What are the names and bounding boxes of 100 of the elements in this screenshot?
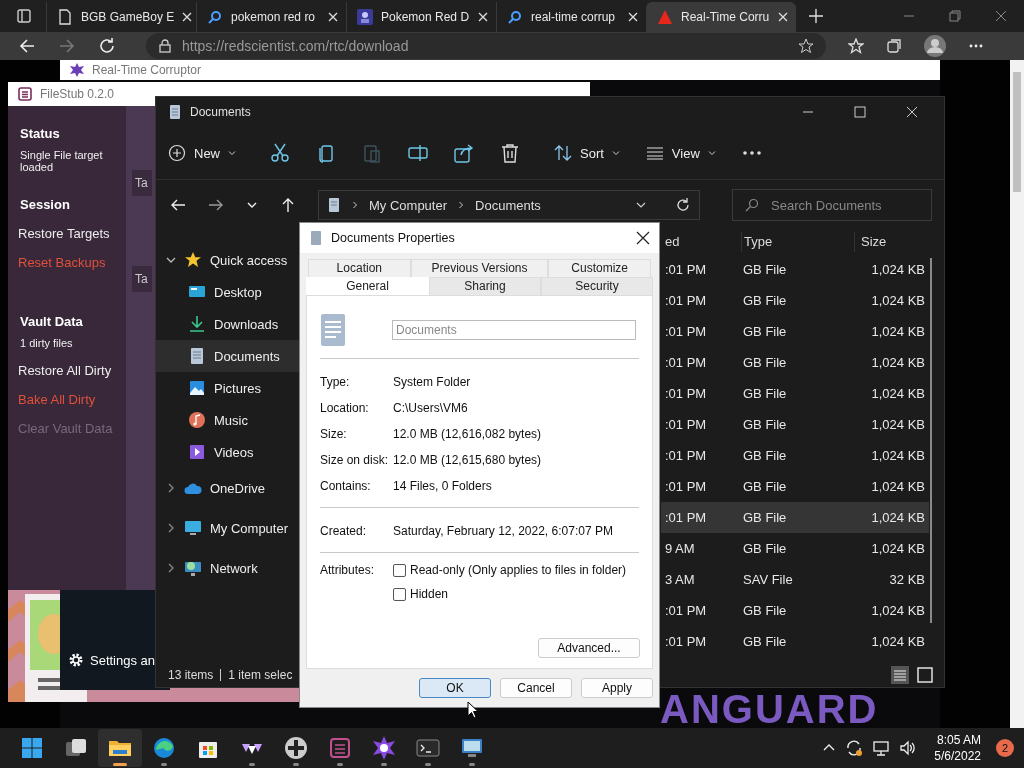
- collections-icon[interactable]: [886, 38, 902, 54]
- cut-icon[interactable]: [270, 143, 290, 163]
- chevron-right-icon[interactable]: [166, 563, 176, 573]
- table-cell-text: 1,024 KB: [870, 355, 925, 370]
- favorites-icon[interactable]: [848, 38, 864, 54]
- panel-tab[interactable]: Ta: [132, 170, 152, 196]
- file-row[interactable]: 9 AM GB File 1,024 KB: [661, 533, 929, 564]
- tree-item[interactable]: Documents: [156, 340, 301, 372]
- address-field[interactable]: https://redscientist.com/rtc/download: [146, 33, 826, 59]
- cursor-icon: [467, 701, 479, 719]
- sidebar-action[interactable]: Bake All Dirty: [18, 392, 96, 407]
- back-icon[interactable]: [18, 37, 36, 55]
- settings-link[interactable]: Settings an: [90, 653, 156, 668]
- volume-icon[interactable]: [899, 739, 918, 757]
- share-icon[interactable]: [454, 143, 474, 163]
- rename-icon[interactable]: [408, 143, 428, 163]
- file-row[interactable]: 3 AM SAV File 32 KB: [661, 564, 929, 595]
- dialog-tab[interactable]: Previous Versions: [410, 259, 549, 277]
- column-header[interactable]: Type: [742, 232, 855, 252]
- restore-icon[interactable]: [949, 10, 961, 22]
- plus-circle-icon: [168, 144, 186, 162]
- search-field[interactable]: Search Documents: [732, 189, 932, 221]
- advanced-button[interactable]: Advanced...: [538, 638, 640, 658]
- tree-item[interactable]: Videos: [156, 436, 301, 468]
- sidebar-action[interactable]: Reset Backups: [18, 255, 106, 270]
- tree-item[interactable]: Quick access: [156, 244, 301, 276]
- favorite-star-icon[interactable]: [798, 38, 814, 54]
- tab-actions-icon[interactable]: [16, 8, 32, 24]
- checkbox[interactable]: [393, 563, 406, 577]
- file-row[interactable]: :01 PM GB File 1,024 KB: [661, 285, 929, 316]
- tree-item[interactable]: Network: [156, 548, 301, 588]
- scrollbar[interactable]: [930, 258, 932, 623]
- tree-item[interactable]: Desktop: [156, 276, 301, 308]
- dialog-tab[interactable]: Security: [541, 277, 653, 295]
- checkbox-label[interactable]: Read-only (Only applies to files in folder): [410, 563, 627, 577]
- breadcrumb-item[interactable]: Documents: [475, 197, 541, 213]
- dialog-tab[interactable]: Customize: [548, 259, 651, 277]
- file-row[interactable]: :01 PM GB File 1,024 KB: [661, 502, 929, 533]
- toolbar-button[interactable]: New: [168, 144, 236, 162]
- close-icon[interactable]: [636, 231, 650, 245]
- tree-item[interactable]: OneDrive: [156, 468, 301, 508]
- table-cell-text: 1,024 KB: [870, 479, 925, 494]
- file-row[interactable]: :01 PM GB File 1,024 KB: [661, 440, 929, 471]
- file-row[interactable]: :01 PM GB File 1,024 KB: [661, 316, 929, 347]
- dialog-button[interactable]: Apply: [581, 678, 653, 698]
- window-title: Documents: [190, 105, 251, 119]
- tree-item[interactable]: My Computer: [156, 508, 301, 548]
- profile-avatar-icon[interactable]: [924, 35, 946, 57]
- scrollbar[interactable]: [1010, 60, 1024, 728]
- details-view-icon[interactable]: [891, 666, 909, 684]
- forward-icon[interactable]: [58, 37, 76, 55]
- clock[interactable]: 8:05 AM 5/6/2022: [934, 732, 981, 764]
- file-row[interactable]: :01 PM GB File 1,024 KB: [661, 409, 929, 440]
- tree-item[interactable]: Pictures: [156, 372, 301, 404]
- chevron-right-icon[interactable]: [166, 483, 176, 493]
- sidebar-action[interactable]: Restore All Dirty: [18, 363, 112, 378]
- dialog-button[interactable]: Cancel: [500, 678, 572, 698]
- copy-icon[interactable]: [316, 143, 336, 163]
- dialog-tab[interactable]: Location: [308, 259, 411, 277]
- dialog-button[interactable]: OK: [419, 678, 491, 698]
- tiles-view-icon[interactable]: [916, 666, 934, 684]
- file-row[interactable]: :01 PM GB File 1,024 KB: [661, 595, 929, 626]
- file-row[interactable]: :01 PM GB File 1,024 KB: [661, 254, 929, 285]
- back-icon[interactable]: [170, 197, 186, 213]
- file-row[interactable]: :01 PM GB File 1,024 KB: [661, 378, 929, 409]
- checkbox-label[interactable]: Hidden: [410, 587, 449, 601]
- network-icon[interactable]: [872, 739, 891, 757]
- refresh-icon[interactable]: [675, 197, 691, 213]
- up-icon[interactable]: [280, 197, 296, 213]
- file-row[interactable]: :01 PM GB File 1,024 KB: [661, 347, 929, 378]
- column-header[interactable]: ed: [661, 232, 742, 252]
- browser-tab[interactable]: Real-Time Corru: [646, 2, 796, 32]
- notification-badge[interactable]: 2: [996, 739, 1014, 757]
- taskbar-app[interactable]: [98, 729, 142, 767]
- table-cell-text: 1,024 KB: [870, 510, 925, 525]
- sidebar-action[interactable]: Restore Targets: [18, 226, 110, 241]
- name-field[interactable]: Documents: [392, 320, 636, 340]
- download-icon: [188, 315, 206, 333]
- tree-item[interactable]: Music: [156, 404, 301, 436]
- refresh-icon[interactable]: [98, 37, 116, 55]
- toolbar-button[interactable]: View: [645, 144, 716, 162]
- maximize-icon[interactable]: [854, 106, 866, 118]
- toolbar-button[interactable]: Sort: [554, 144, 620, 162]
- panel-tab[interactable]: Ta: [132, 266, 152, 292]
- forward-icon[interactable]: [208, 197, 224, 213]
- new-tab-icon[interactable]: [808, 8, 824, 24]
- address-field[interactable]: My Computer Documents: [318, 190, 700, 220]
- chevron-down-icon[interactable]: [166, 255, 176, 265]
- trash-icon[interactable]: [500, 143, 520, 163]
- file-row[interactable]: :01 PM GB File 1,024 KB: [661, 471, 929, 502]
- dialog-tab[interactable]: Sharing: [429, 277, 541, 295]
- tree-item[interactable]: Downloads: [156, 308, 301, 340]
- settings-icon[interactable]: [68, 652, 84, 668]
- chevron-right-icon[interactable]: [166, 523, 176, 533]
- sync-icon[interactable]: [845, 739, 864, 757]
- breadcrumb-item[interactable]: My Computer: [369, 197, 448, 213]
- file-row[interactable]: :01 PM GB File 1,024 KB: [661, 626, 929, 657]
- checkbox[interactable]: [393, 587, 406, 601]
- column-header[interactable]: Size: [855, 232, 933, 252]
- dialog-tab[interactable]: General: [306, 277, 429, 295]
